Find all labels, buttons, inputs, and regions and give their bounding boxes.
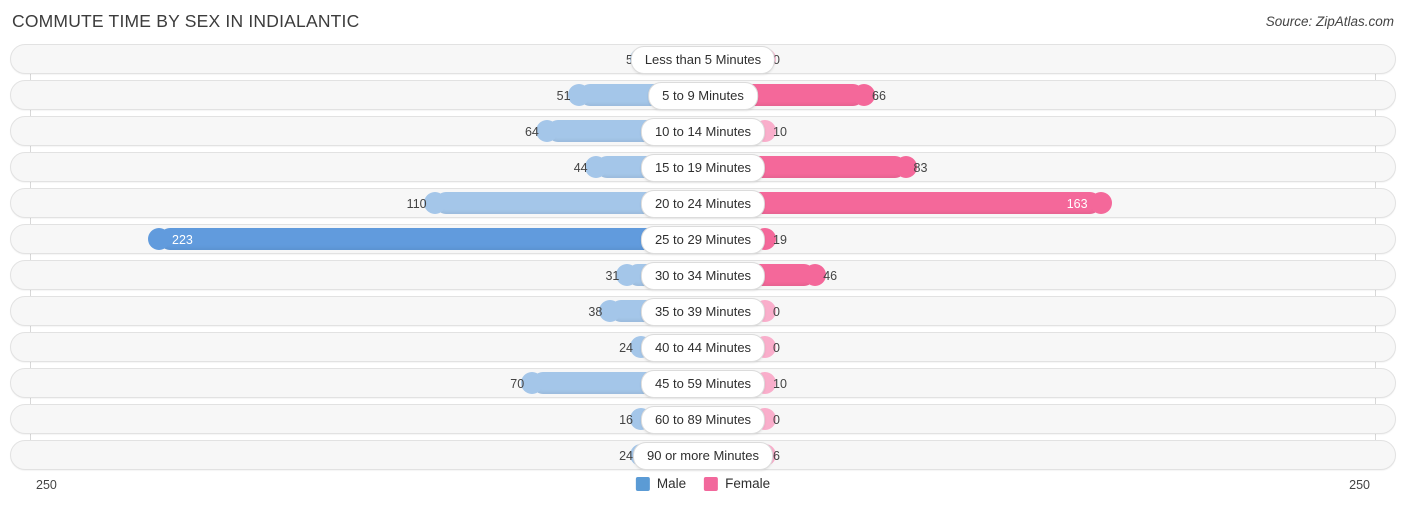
legend-swatch-male-icon — [635, 476, 650, 491]
chart-row[interactable]: 70 10 45 to 59 Minutes — [10, 368, 1396, 398]
chart-header: COMMUTE TIME BY SEX IN INDIALANTIC Sourc… — [0, 0, 1406, 44]
category-label: 10 to 14 Minutes — [640, 118, 766, 146]
category-label: 30 to 34 Minutes — [640, 262, 766, 290]
bar-value-female: 10 — [773, 377, 787, 391]
bar-value-male: 38 — [588, 305, 603, 319]
chart-row[interactable]: 31 46 30 to 34 Minutes — [10, 260, 1396, 290]
legend-item-male[interactable]: Male — [635, 476, 687, 491]
chart-footer: 250 250 Male Female — [0, 476, 1406, 506]
bar-value-male: 16 — [619, 413, 633, 427]
category-label: 90 or more Minutes — [633, 442, 773, 470]
category-label: 25 to 29 Minutes — [640, 226, 766, 254]
bar-value-male: 24 — [619, 341, 633, 355]
bar-value-male: 24 — [619, 449, 633, 463]
bar-value-female: 0 — [773, 341, 780, 355]
page-title: COMMUTE TIME BY SEX IN INDIALANTIC — [12, 11, 360, 31]
chart-row[interactable]: 44 83 15 to 19 Minutes — [10, 152, 1396, 182]
chart-row[interactable]: 51 66 5 to 9 Minutes — [10, 80, 1396, 110]
chart-plot-area: 5 0 Less than 5 Minutes 51 66 5 to 9 Minutes 6… — [0, 44, 1406, 470]
bar-value-male: 44 — [573, 161, 588, 175]
chart-row[interactable]: 5 0 Less than 5 Minutes — [10, 44, 1396, 74]
legend-label-male: Male — [656, 476, 687, 491]
bar-value-male: 223 — [172, 233, 193, 247]
chart-row[interactable]: 16 0 60 to 89 Minutes — [10, 404, 1396, 434]
category-label: 5 to 9 Minutes — [648, 82, 758, 110]
bar-value-female: 0 — [773, 413, 780, 427]
axis-max-left: 250 — [36, 478, 57, 492]
bar-value-female: 19 — [773, 233, 787, 247]
bar-value-female: 66 — [872, 89, 886, 103]
chart-row[interactable]: 110 163 20 to 24 Minutes — [10, 188, 1396, 218]
chart-row[interactable]: 64 10 10 to 14 Minutes — [10, 116, 1396, 146]
bar-value-male: 51 — [556, 89, 571, 103]
bar-value-female: 6 — [773, 449, 780, 463]
chart-row[interactable]: 38 0 35 to 39 Minutes — [10, 296, 1396, 326]
legend-label-female: Female — [725, 476, 771, 491]
legend-item-female[interactable]: Female — [704, 476, 770, 491]
bar-value-male: 70 — [510, 377, 525, 391]
bar-value-female: 10 — [773, 125, 787, 139]
category-label: 20 to 24 Minutes — [640, 190, 766, 218]
chart-row[interactable]: 24 6 90 or more Minutes — [10, 440, 1396, 470]
legend-swatch-female-icon — [704, 476, 719, 491]
category-label: 40 to 44 Minutes — [640, 334, 766, 362]
category-label: Less than 5 Minutes — [630, 46, 776, 74]
category-label: 45 to 59 Minutes — [640, 370, 766, 398]
source-attribution: Source: ZipAtlas.com — [1265, 14, 1394, 29]
bar-value-female: 163 — [1066, 197, 1088, 211]
bar-male[interactable] — [147, 228, 703, 250]
bar-value-female: 0 — [773, 305, 780, 319]
chart-row[interactable]: 223 19 25 to 29 Minutes — [10, 224, 1396, 254]
category-label: 35 to 39 Minutes — [640, 298, 766, 326]
chart-row[interactable]: 24 0 40 to 44 Minutes — [10, 332, 1396, 362]
bar-value-female: 46 — [823, 269, 838, 283]
category-label: 15 to 19 Minutes — [640, 154, 766, 182]
bar-value-male: 31 — [605, 269, 620, 283]
bar-value-male: 110 — [406, 197, 427, 211]
axis-max-right: 250 — [1349, 478, 1370, 492]
bar-value-male: 64 — [524, 125, 539, 139]
category-label: 60 to 89 Minutes — [640, 406, 766, 434]
chart-legend: Male Female — [635, 476, 770, 491]
bar-value-female: 83 — [913, 161, 928, 175]
